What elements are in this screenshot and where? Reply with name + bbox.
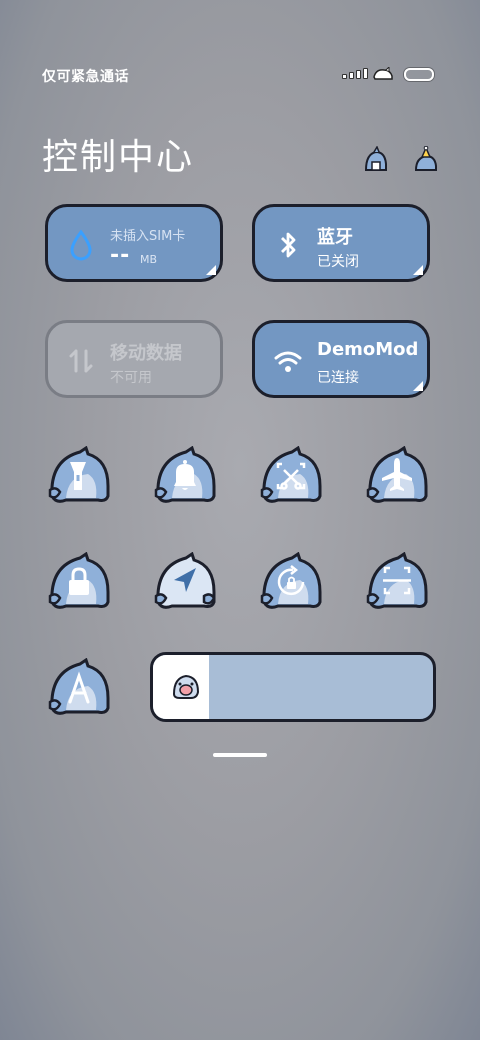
wifi-status: 已连接 bbox=[317, 370, 359, 386]
expand-corner-icon bbox=[413, 265, 423, 275]
bluetooth-icon bbox=[281, 232, 296, 258]
bluetooth-status: 已关闭 bbox=[317, 254, 359, 270]
wifi-icon bbox=[274, 351, 302, 372]
shark-face-icon bbox=[172, 674, 200, 699]
data-unit: MB bbox=[140, 253, 158, 266]
carrier-text: 仅可紧急通话 bbox=[42, 69, 129, 85]
screenshot-toggle[interactable] bbox=[258, 446, 324, 506]
sim-label: 未插入SIM卡 bbox=[110, 229, 186, 244]
mobile-data-status: 不可用 bbox=[110, 370, 152, 386]
auto-brightness-toggle[interactable] bbox=[46, 658, 112, 718]
shark-status-icon bbox=[373, 67, 393, 80]
location-toggle[interactable] bbox=[152, 552, 218, 612]
mobile-data-tile[interactable]: 移动数据 不可用 bbox=[45, 320, 223, 398]
sound-toggle[interactable] bbox=[152, 446, 218, 506]
bluetooth-label: 蓝牙 bbox=[317, 227, 353, 248]
flashlight-toggle[interactable] bbox=[46, 446, 112, 506]
airplane-toggle[interactable] bbox=[364, 446, 430, 506]
mobile-data-label: 移动数据 bbox=[110, 343, 182, 364]
data-value: -- bbox=[110, 243, 131, 268]
wifi-tile[interactable]: DemoMod 已连接 bbox=[252, 320, 430, 398]
signal-strength-icon bbox=[342, 68, 368, 79]
sim-data-tile[interactable]: 未插入SIM卡 -- MB bbox=[45, 204, 223, 282]
mobile-data-icon bbox=[69, 349, 93, 373]
bluetooth-tile[interactable]: 蓝牙 已关闭 bbox=[252, 204, 430, 282]
home-indicator[interactable] bbox=[213, 753, 267, 757]
data-usage-drop-icon bbox=[70, 229, 92, 261]
status-icons bbox=[342, 67, 434, 81]
brightness-slider[interactable] bbox=[150, 652, 436, 722]
rotation-lock-toggle[interactable] bbox=[258, 552, 324, 612]
expand-corner-icon bbox=[413, 381, 423, 391]
battery-icon bbox=[404, 67, 434, 81]
expand-corner-icon bbox=[206, 265, 216, 275]
page-title: 控制中心 bbox=[42, 137, 195, 178]
shark-edit-icon[interactable] bbox=[362, 146, 390, 174]
scanner-toggle[interactable] bbox=[364, 552, 430, 612]
shark-settings-icon[interactable] bbox=[412, 146, 440, 174]
wifi-network-label: DemoMod bbox=[317, 339, 419, 360]
lock-screen-toggle[interactable] bbox=[46, 552, 112, 612]
